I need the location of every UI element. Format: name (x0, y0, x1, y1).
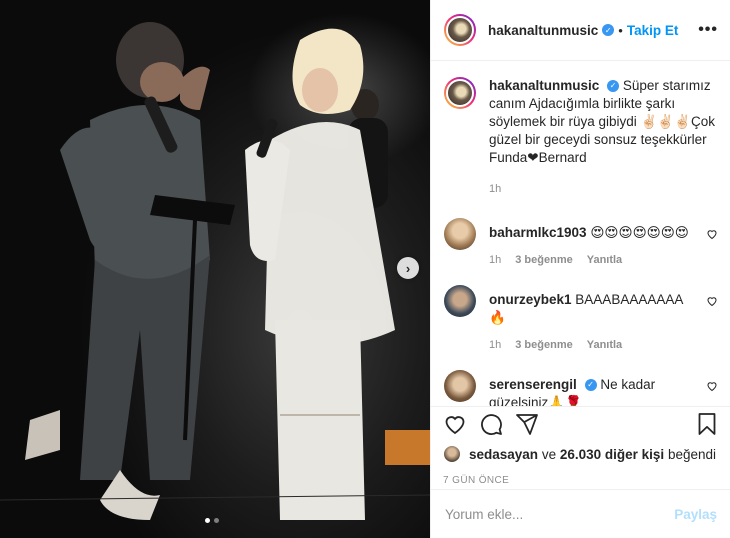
liker-username[interactable]: sedasayan (469, 447, 538, 462)
add-comment-bar: Paylaş (431, 489, 730, 538)
comment-time[interactable]: 1h (489, 251, 501, 269)
post-actions: sedasayan ve 26.030 diğer kişi beğendi 7… (431, 406, 730, 486)
post-header: hakanaltunmusic ✓ • Takip Et ••• (431, 0, 730, 61)
verified-icon: ✓ (584, 379, 597, 392)
save-icon[interactable] (695, 412, 719, 436)
caption-time[interactable]: 1h (489, 180, 501, 198)
next-arrow-icon: › (405, 260, 411, 276)
comment-likes[interactable]: 3 beğenme (515, 336, 572, 354)
post-date[interactable]: 7 GÜN ÖNCE (443, 475, 719, 486)
comment-avatar[interactable] (444, 285, 476, 317)
comment-time[interactable]: 1h (489, 336, 501, 354)
caption-username[interactable]: hakanaltunmusic (489, 78, 599, 93)
action-icons (443, 409, 719, 439)
photo-illustration (0, 22, 430, 520)
comment-text: 😍😍😍😍😍😍😍 (590, 225, 689, 240)
comment-item: serenserengil ✓ Ne kadar güzelsiniz🙏🌹 (444, 370, 718, 406)
verified-icon: ✓ (602, 24, 615, 36)
next-photo-button[interactable]: › (397, 257, 419, 279)
carousel-dot-1 (205, 518, 210, 523)
comment-input[interactable] (445, 506, 675, 522)
comment-item: baharmlkc1903 😍😍😍😍😍😍😍 1h 3 beğenme Yanıt… (444, 218, 718, 269)
verified-icon: ✓ (607, 80, 620, 93)
heart-icon[interactable] (443, 412, 467, 436)
comments-list[interactable]: hakanaltunmusic ✓ Süper starımız canım A… (431, 61, 730, 406)
reply-button[interactable]: Yanıtla (587, 336, 622, 354)
caption: hakanaltunmusic ✓ Süper starımız canım A… (444, 77, 718, 198)
caption-avatar[interactable] (444, 77, 476, 109)
post-details-panel: hakanaltunmusic ✓ • Takip Et ••• hakanal… (430, 0, 730, 538)
author-avatar[interactable] (444, 14, 476, 46)
likes-suffix: beğendi (667, 446, 717, 462)
comment-username[interactable]: onurzeybek1 (489, 292, 572, 307)
comment-username[interactable]: serenserengil (489, 377, 577, 392)
liker-avatar[interactable] (443, 445, 461, 463)
comment-username[interactable]: baharmlkc1903 (489, 225, 587, 240)
follow-button[interactable]: Takip Et (627, 23, 679, 38)
carousel-dot-2 (214, 518, 219, 523)
carousel-indicator (205, 518, 219, 523)
share-icon[interactable] (515, 412, 539, 436)
comment-likes[interactable]: 3 beğenme (515, 251, 572, 269)
heart-icon[interactable] (706, 380, 718, 392)
reply-button[interactable]: Yanıtla (587, 251, 622, 269)
separator: • (618, 22, 623, 38)
more-icon[interactable]: ••• (698, 21, 718, 39)
comment-icon[interactable] (479, 412, 503, 436)
comment-avatar[interactable] (444, 218, 476, 250)
post-photo[interactable]: › (0, 0, 430, 538)
heart-icon[interactable] (706, 228, 718, 240)
comment-item: onurzeybek1 BAAABAAAAAAA 🔥 1h 3 beğenme … (444, 285, 718, 354)
likes-summary[interactable]: sedasayan ve 26.030 diğer kişi beğendi (443, 445, 719, 463)
likes-count[interactable]: 26.030 diğer kişi (560, 447, 664, 462)
post-comment-button[interactable]: Paylaş (674, 507, 717, 522)
author-username[interactable]: hakanaltunmusic (488, 23, 598, 38)
likes-connector: ve (541, 446, 557, 462)
comment-avatar[interactable] (444, 370, 476, 402)
heart-icon[interactable] (706, 295, 718, 307)
